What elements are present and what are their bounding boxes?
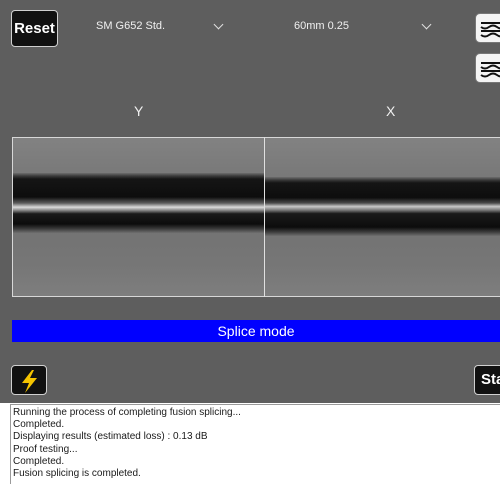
- log-line: Proof testing...: [13, 443, 78, 455]
- log-line: Completed.: [13, 419, 65, 431]
- fiber-image-y: [12, 173, 264, 233]
- log-line: Fusion splicing is completed.: [13, 468, 141, 480]
- arc-button[interactable]: [11, 365, 47, 395]
- x-view-label: X: [386, 103, 396, 119]
- fiber-type-value: SM G652 Std.: [96, 20, 166, 32]
- log-line: Displaying results (estimated loss) : 0.…: [13, 431, 208, 443]
- splicer-app: Reset SM G652 Std. 60mm 0.25 Y X Splice …: [0, 0, 500, 484]
- lightning-icon: [22, 370, 37, 393]
- control-panel: Reset SM G652 Std. 60mm 0.25 Y X Splice …: [0, 0, 500, 403]
- fiber-view-toggle-2[interactable]: [475, 53, 500, 83]
- cleave-setting-select[interactable]: 60mm 0.25: [288, 14, 438, 38]
- start-button[interactable]: Start: [474, 365, 500, 395]
- camera-divider: [264, 137, 265, 297]
- camera-view-x: [265, 138, 500, 296]
- fiber-view-toggle-1[interactable]: [475, 13, 500, 43]
- fiber-view-icon: [480, 62, 500, 78]
- fiber-type-select[interactable]: SM G652 Std.: [90, 14, 230, 38]
- fiber-view-icon: [480, 22, 500, 38]
- reset-button[interactable]: Reset: [11, 10, 58, 47]
- camera-view-y: [12, 138, 264, 296]
- chevron-down-icon: [421, 19, 432, 30]
- fiber-image-x: [265, 177, 500, 236]
- y-view-label: Y: [134, 103, 144, 119]
- log-line: Running the process of completing fusion…: [13, 407, 241, 418]
- status-log: Running the process of completing fusion…: [10, 404, 500, 484]
- chevron-down-icon: [213, 19, 224, 30]
- mode-status-bar: Splice mode: [12, 320, 500, 342]
- log-line: Completed.: [13, 455, 65, 467]
- cleave-setting-value: 60mm 0.25: [294, 20, 350, 32]
- mode-label: Splice mode: [217, 323, 295, 339]
